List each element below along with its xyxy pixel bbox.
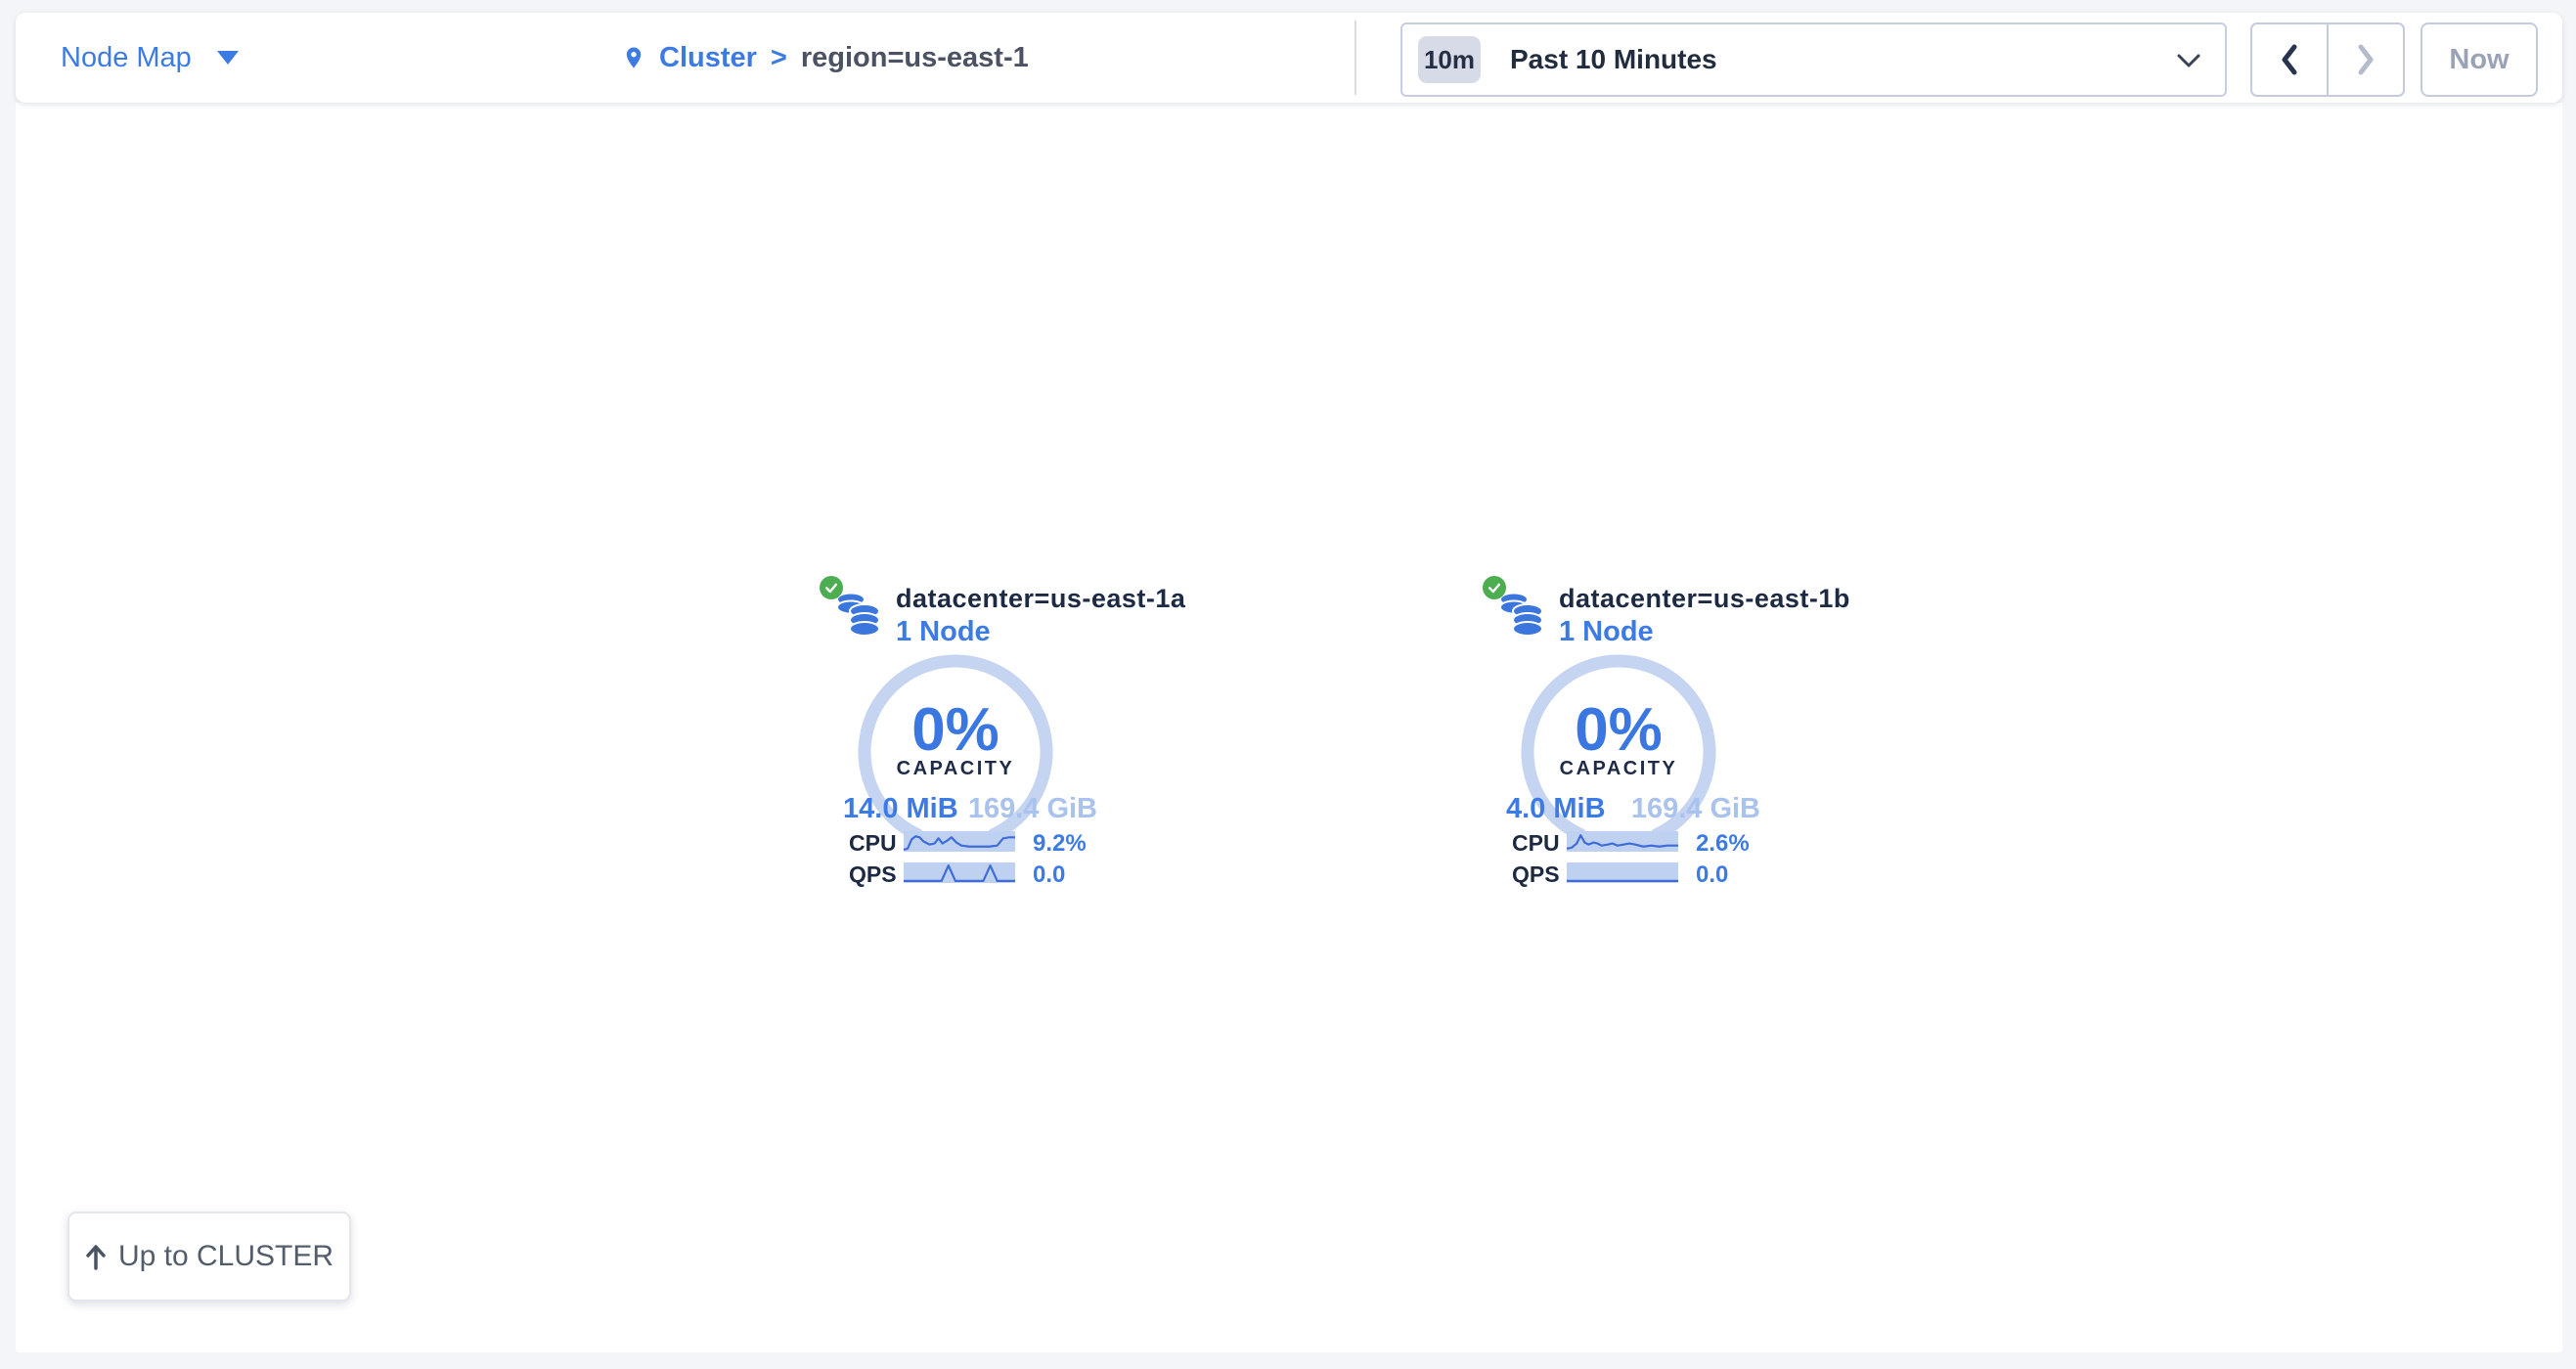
cpu-label: CPU xyxy=(1512,830,1560,857)
capacity-used: 14.0 MiB xyxy=(843,793,958,825)
chevron-down-icon xyxy=(2176,52,2201,69)
now-button[interactable]: Now xyxy=(2421,22,2538,97)
qps-sparkline xyxy=(904,862,1015,883)
qps-label: QPS xyxy=(849,861,897,888)
chevron-right-icon xyxy=(2355,43,2376,76)
breadcrumb-current: region=us-east-1 xyxy=(801,42,1029,74)
metric-row-cpu: CPU 9.2% xyxy=(804,830,1176,854)
capacity-label: CAPACITY xyxy=(1511,758,1726,780)
capacity-used: 4.0 MiB xyxy=(1506,793,1606,825)
breadcrumb: Cluster > region=us-east-1 xyxy=(622,13,1029,103)
view-selector-dropdown[interactable]: Node Map xyxy=(61,13,239,103)
healthy-check-icon xyxy=(1483,576,1506,599)
time-back-button[interactable] xyxy=(2252,24,2329,95)
metric-row-cpu: CPU 2.6% xyxy=(1467,830,1839,854)
breadcrumb-separator: > xyxy=(771,42,787,74)
time-step-buttons xyxy=(2250,22,2405,97)
qps-value: 0.0 xyxy=(1696,861,1728,889)
metric-row-qps: QPS 0.0 xyxy=(804,861,1176,885)
breadcrumb-cluster-link[interactable]: Cluster xyxy=(659,42,757,74)
cpu-sparkline xyxy=(904,831,1015,852)
cpu-value: 9.2% xyxy=(1033,830,1087,858)
locality-title: datacenter=us-east-1a xyxy=(896,584,1185,614)
capacity-gauge: 0% CAPACITY xyxy=(1511,644,1726,860)
capacity-total: 169.4 GiB xyxy=(1631,793,1760,825)
time-range-badge: 10m xyxy=(1418,36,1481,83)
database-stack-icon xyxy=(1496,590,1547,640)
cpu-label: CPU xyxy=(849,830,897,857)
cpu-sparkline xyxy=(1567,831,1678,852)
qps-label: QPS xyxy=(1512,861,1560,888)
chevron-left-icon xyxy=(2279,43,2300,76)
time-forward-button[interactable] xyxy=(2329,24,2403,95)
capacity-percent: 0% xyxy=(1511,695,1726,765)
capacity-gauge: 0% CAPACITY xyxy=(848,644,1063,860)
header-divider xyxy=(1355,21,1356,95)
capacity-total: 169.4 GiB xyxy=(968,793,1097,825)
qps-sparkline xyxy=(1567,862,1678,883)
caret-down-icon xyxy=(217,51,239,65)
capacity-percent: 0% xyxy=(848,695,1063,765)
node-map-canvas: datacenter=us-east-1a 1 Node 0% CAPACITY… xyxy=(16,103,2562,1352)
up-to-cluster-label: Up to CLUSTER xyxy=(118,1240,333,1273)
metric-row-qps: QPS 0.0 xyxy=(1467,861,1839,885)
arrow-up-icon xyxy=(85,1243,107,1270)
locality-card-us-east-1b[interactable]: datacenter=us-east-1b 1 Node 0% CAPACITY… xyxy=(1467,570,1839,903)
time-range-label: Past 10 Minutes xyxy=(1510,44,1717,75)
healthy-check-icon xyxy=(820,576,843,599)
location-pin-icon xyxy=(622,43,645,72)
up-to-cluster-button[interactable]: Up to CLUSTER xyxy=(67,1212,351,1302)
cpu-value: 2.6% xyxy=(1696,830,1750,858)
qps-value: 0.0 xyxy=(1033,861,1065,889)
locality-title: datacenter=us-east-1b xyxy=(1559,584,1850,614)
locality-card-us-east-1a[interactable]: datacenter=us-east-1a 1 Node 0% CAPACITY… xyxy=(804,570,1176,903)
database-stack-icon xyxy=(833,590,884,640)
header-bar: Node Map Cluster > region=us-east-1 10m … xyxy=(16,13,2562,103)
view-selector-label: Node Map xyxy=(61,42,192,74)
capacity-label: CAPACITY xyxy=(848,758,1063,780)
time-range-dropdown[interactable]: 10m Past 10 Minutes xyxy=(1400,22,2227,97)
